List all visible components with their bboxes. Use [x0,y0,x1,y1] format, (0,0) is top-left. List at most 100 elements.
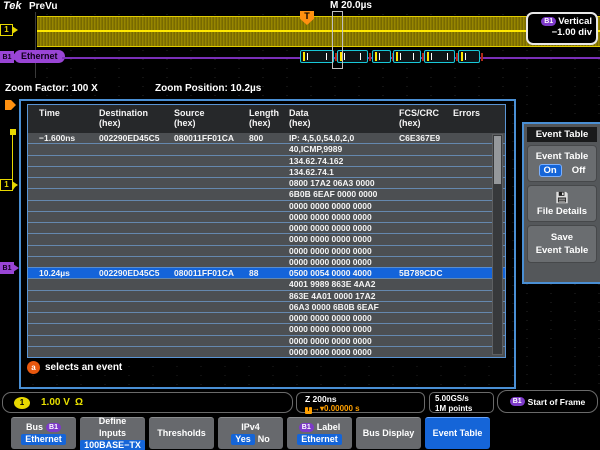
bus-packet [458,50,480,63]
side-menu: Event Table Event Table On Off File Deta… [522,122,600,284]
toggle-on-option[interactable]: On [539,164,562,177]
table-row[interactable]: 0000 0000 0000 0000 [28,245,505,256]
packet-data-tick [344,53,345,60]
table-row[interactable]: 4001 9989 863E 4AA2 [28,278,505,289]
menu-button-label[interactable]: B1LabelEthernet [287,417,352,449]
scrollbar-track[interactable] [492,134,503,355]
table-row[interactable]: 134.62.74.1 [28,166,505,177]
b1-badge: B1 [541,17,556,26]
table-row[interactable]: 863E 4A01 0000 17A2 [28,290,505,301]
packet-start-tick [396,52,398,61]
tek-logo: Tek [3,0,22,12]
file-details-button[interactable]: File Details [527,185,597,222]
button-label-line: Define [99,416,127,427]
trigger-level-arrow[interactable] [5,100,16,110]
acquisition-status: PreVu [29,1,58,12]
table-row[interactable]: 134.62.74.162 [28,155,505,166]
menu-button-bus-display[interactable]: Bus Display [356,417,421,449]
packet-start-tick [461,52,463,61]
event-table: TimeDestination (hex)Source (hex)Length … [27,104,506,358]
zoom-bus-b1-marker[interactable]: B1 [0,262,14,274]
menu-button-thresholds[interactable]: Thresholds [149,417,214,449]
column-header-data: Data (hex) [289,108,311,128]
table-row[interactable]: 10.24µs002290ED45C5080011FF01CA880500 00… [28,267,505,278]
trigger-type-readout: Start of Frame [528,397,586,407]
button-label-line: IPv4 [241,422,260,433]
b1-badge: B1 [46,423,61,432]
save-event-table-button[interactable]: Save Event Table [527,225,597,263]
table-row[interactable]: 40,ICMP,9989 [28,143,505,154]
button-label: Label [317,422,341,433]
zoom-scale-readout-box: Z 200ns T0.00000 s [296,392,425,413]
packet-gap-tick [369,53,371,61]
table-row[interactable]: 0000 0000 0000 0000 [28,346,505,357]
zoom-scale-readout: Z 200ns [305,394,337,404]
yes-option[interactable]: Yes [231,434,255,445]
table-row[interactable]: 06A3 0000 6B0B 6EAF [28,301,505,312]
table-row[interactable]: 6B0B 6EAF 0000 0000 [28,188,505,199]
save-label-line1: Save [551,232,573,243]
toggle-off-option[interactable]: Off [572,165,586,176]
menu-button-event-table[interactable]: Event Table [425,417,490,449]
trigger-arrow-icon [312,404,324,413]
yes-no-row: YesNo [231,434,270,445]
packet-data-tick [465,53,466,60]
table-row[interactable]: 0000 0000 0000 0000 [28,222,505,233]
ch1-analog-waveform [37,16,600,47]
packet-data-tick [447,53,448,60]
table-row[interactable]: 0000 0000 0000 0000 [28,211,505,222]
table-row[interactable]: 0000 0000 0000 0000 [28,233,505,244]
ch1-scale-readout: 1.00 V [41,397,70,408]
ch1-readout-box: 1 1.00 V Ω [2,392,293,413]
button-label: Define [99,416,127,427]
bus-b1-marker[interactable]: B1 [0,51,14,63]
table-row[interactable]: −1.600ns002290ED45C5080011FF01CA800IP: 4… [28,133,505,143]
button-label: IPv4 [241,422,260,433]
button-label-line: B1Label [299,422,340,433]
zoom-position-readout: Zoom Position: 10.2µs [155,83,261,94]
column-header-fcscrc: FCS/CRC (hex) [399,108,439,128]
trigger-position-readout: T0.00000 s [305,404,360,414]
multipurpose-knob-a-icon: a [27,361,40,374]
trigger-t-icon: T [305,407,312,414]
table-row[interactable]: 0000 0000 0000 0000 [28,200,505,211]
table-row[interactable]: 0000 0000 0000 0000 [28,335,505,346]
packet-data-tick [326,53,327,60]
table-row[interactable]: 0000 0000 0000 0000 [28,256,505,267]
packet-data-tick [400,53,401,60]
sof-b1-badge: B1 [510,397,525,406]
cell-data: 0000 0000 0000 0000 [289,347,372,358]
table-row[interactable]: 0000 0000 0000 0000 [28,323,505,334]
menu-button-define-inputs[interactable]: DefineInputs100BASE−TX [80,417,145,449]
column-header-destination: Destination (hex) [99,108,148,128]
zoom-ch1-marker[interactable]: 1 [0,179,13,191]
table-row[interactable]: 0800 17A2 06A3 0000 [28,177,505,188]
callout-title: Vertical [558,16,592,27]
toggle-label: Event Table [536,151,589,162]
menu-button-ipv4[interactable]: IPv4YesNo [218,417,283,449]
sample-rate-box: 5.00GS/s 1M points [429,392,494,413]
column-header-source: Source (hex) [174,108,205,128]
no-option[interactable]: No [258,434,270,445]
column-header-errors: Errors [453,108,480,118]
button-label-line: Thresholds [157,428,206,439]
button-label: Event Table [433,428,483,439]
zoom-factor-readout: Zoom Factor: 100 X [5,83,98,94]
column-header-time: Time [39,108,60,118]
ch1-channel-badge: 1 [14,397,30,409]
callout-value: −1.00 div [532,27,592,38]
file-details-label: File Details [537,206,587,217]
ch1-ground-marker[interactable]: 1 [0,24,13,36]
event-table-toggle-button[interactable]: Event Table On Off [527,145,597,182]
button-label-line: Event Table [433,428,483,439]
zoom-window-bracket[interactable] [332,11,343,69]
menu-button-bus[interactable]: BusB1Ethernet [11,417,76,449]
bus-packet [424,50,455,63]
table-row[interactable]: 0000 0000 0000 0000 [28,312,505,323]
bus-packet [372,50,391,63]
table-body: −1.600ns002290ED45C5080011FF01CA800IP: 4… [28,133,505,357]
trigger-source-box: B1 Start of Frame [497,390,598,413]
scrollbar-thumb[interactable] [494,136,501,184]
bus-label-pill[interactable]: Ethernet [14,50,65,63]
packet-gap-tick [481,53,483,61]
